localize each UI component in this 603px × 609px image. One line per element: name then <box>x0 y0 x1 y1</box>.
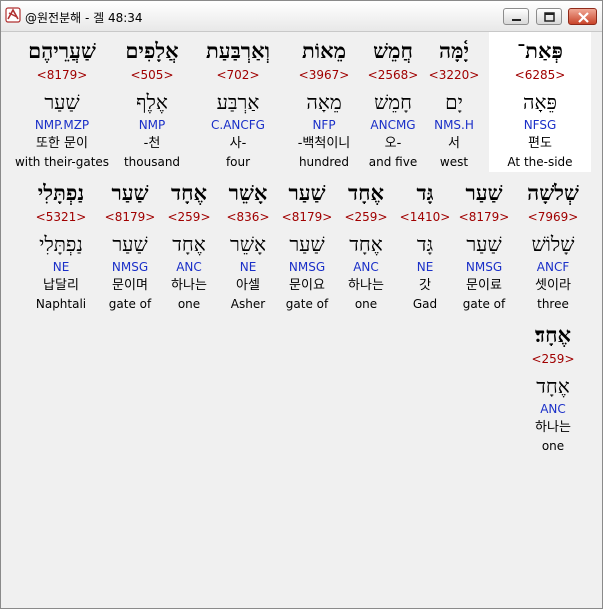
word-hebrew: נַפְתָּלִי <box>37 180 85 205</box>
word-english: with their-gates <box>14 155 110 169</box>
word-root: אַרְבַּע <box>216 90 260 114</box>
word-morphology: NMP.MZP <box>34 118 90 132</box>
app-logo-icon[interactable] <box>5 7 21 23</box>
word-strong-number[interactable]: <3967> <box>279 68 369 82</box>
close-icon <box>578 12 589 23</box>
word-hebrew: וְאַרְבַּעַת <box>206 38 270 63</box>
word-korean: 납달리 <box>43 278 79 293</box>
word-hebrew: פְּאַת־ <box>517 38 563 63</box>
word-strong-number[interactable]: <702> <box>193 68 283 82</box>
word-root: מֵאָה <box>306 90 342 114</box>
word-root: שַׁעַר <box>44 90 80 114</box>
minimize-icon <box>512 19 521 21</box>
word-strong-number[interactable]: <505> <box>107 68 197 82</box>
word-root: אֶלֶף <box>136 90 168 114</box>
word-strong-number[interactable]: <259> <box>508 352 598 366</box>
word-korean: 편도 <box>528 136 552 151</box>
word-hebrew: אֲלָפִים <box>125 38 179 63</box>
word-morphology: NMP <box>138 118 166 132</box>
title-bar[interactable]: @원전분해 - 겔 48:34 <box>1 1 602 32</box>
word-root: אֶחָד <box>536 374 570 398</box>
app-window: @원전분해 - 겔 48:34 פְּאַת־ <6285> פֵּאָה NF… <box>0 0 603 609</box>
word-hebrew: מֵאוֹת <box>301 38 347 63</box>
verse-content: פְּאַת־ <6285> פֵּאָה NFSG 편도 At the-sid… <box>3 32 597 604</box>
close-button[interactable] <box>568 8 597 25</box>
word-root: פֵּאָה <box>523 90 557 114</box>
word-korean: 하나는 <box>535 420 571 435</box>
word-morphology: NFP <box>312 118 336 132</box>
word-morphology: C.ANCFG <box>211 118 265 132</box>
word-hebrew: שַׁעֲרֵיהֶם <box>28 38 96 63</box>
window-title: @원전분해 - 겔 48:34 <box>25 11 143 25</box>
word-morphology: NE <box>52 260 70 274</box>
word-korean: -천 <box>143 136 161 151</box>
word-strong-number[interactable]: <8179> <box>17 68 107 82</box>
word-korean: 사- <box>229 136 247 151</box>
word-strong-number[interactable]: <5321> <box>16 210 106 224</box>
word-korean: 또한 문이 <box>36 136 88 151</box>
word-english: Naphtali <box>35 297 87 311</box>
maximize-button[interactable] <box>536 8 562 25</box>
word-strong-number[interactable]: <6285> <box>495 68 585 82</box>
minimize-button[interactable] <box>503 8 529 25</box>
word-morphology: ANC <box>540 402 566 416</box>
word-root: נַפְתָּלִי <box>39 232 83 256</box>
word-hebrew: אֶחָד׃ <box>534 322 571 347</box>
word-korean: -백척이니 <box>297 136 351 151</box>
maximize-icon <box>544 12 555 22</box>
word-morphology: NFSG <box>523 118 557 132</box>
word-english: one <box>541 439 565 453</box>
